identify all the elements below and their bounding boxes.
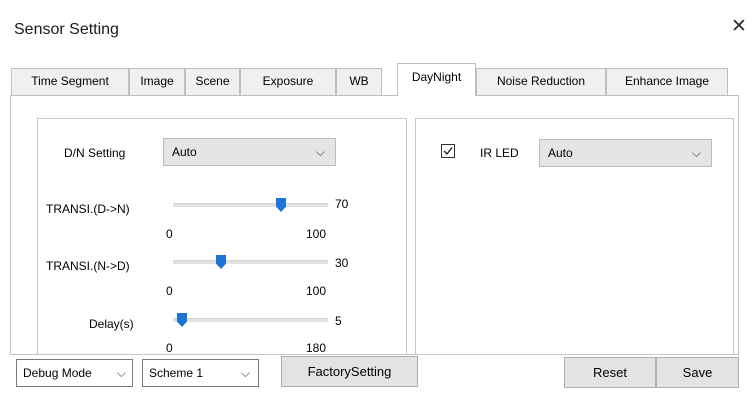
tab-noise-reduction[interactable]: Noise Reduction bbox=[476, 68, 606, 95]
dn-setting-select[interactable]: Auto ⌵ bbox=[163, 138, 336, 166]
debug-mode-select[interactable]: Debug Mode ⌵ bbox=[16, 359, 133, 387]
ir-led-checkbox[interactable] bbox=[441, 144, 455, 158]
chevron-down-icon: ⌵ bbox=[116, 366, 126, 380]
reset-button[interactable]: Reset bbox=[564, 357, 656, 388]
factory-setting-button[interactable]: FactorySetting bbox=[281, 356, 418, 387]
tab-image[interactable]: Image bbox=[129, 68, 185, 95]
window-title: Sensor Setting bbox=[14, 21, 119, 38]
save-button[interactable]: Save bbox=[656, 357, 739, 388]
transi-nd-label: TRANSI.(N->D) bbox=[46, 259, 130, 273]
transi-nd-max: 100 bbox=[306, 284, 327, 298]
delay-label: Delay(s) bbox=[89, 317, 134, 331]
ir-led-select[interactable]: Auto ⌵ bbox=[539, 139, 712, 167]
delay-min: 0 bbox=[166, 341, 173, 355]
tab-time-segment[interactable]: Time Segment bbox=[11, 68, 129, 95]
scheme-select[interactable]: Scheme 1 ⌵ bbox=[142, 359, 259, 387]
close-icon[interactable]: ✕ bbox=[729, 16, 749, 38]
scheme-value: Scheme 1 bbox=[149, 366, 204, 380]
ir-led-label: IR LED bbox=[480, 146, 519, 160]
debug-mode-value: Debug Mode bbox=[23, 366, 92, 380]
transi-dn-slider-track[interactable] bbox=[173, 203, 328, 207]
chevron-down-icon: ⌵ bbox=[315, 145, 325, 159]
chevron-down-icon: ⌵ bbox=[240, 366, 250, 380]
ir-led-value: Auto bbox=[548, 146, 573, 160]
chevron-down-icon: ⌵ bbox=[691, 146, 701, 160]
tab-scene[interactable]: Scene bbox=[185, 68, 240, 95]
transi-dn-max: 100 bbox=[306, 227, 327, 241]
transi-dn-value: 70 bbox=[335, 197, 349, 211]
delay-slider-track[interactable] bbox=[173, 318, 328, 322]
dn-setting-label: D/N Setting bbox=[64, 146, 126, 160]
transi-dn-label: TRANSI.(D->N) bbox=[46, 202, 130, 216]
tab-enhance-image[interactable]: Enhance Image bbox=[606, 68, 728, 95]
transi-nd-min: 0 bbox=[166, 284, 173, 298]
transi-nd-slider-track[interactable] bbox=[173, 260, 328, 264]
dn-setting-value: Auto bbox=[172, 145, 197, 159]
tab-wb[interactable]: WB bbox=[336, 68, 382, 95]
delay-value: 5 bbox=[335, 314, 342, 328]
tab-exposure[interactable]: Exposure bbox=[240, 68, 336, 95]
transi-dn-min: 0 bbox=[166, 227, 173, 241]
check-icon bbox=[443, 147, 453, 156]
tab-daynight[interactable]: DayNight bbox=[397, 63, 476, 96]
delay-max: 180 bbox=[306, 341, 327, 355]
transi-nd-value: 30 bbox=[335, 256, 349, 270]
